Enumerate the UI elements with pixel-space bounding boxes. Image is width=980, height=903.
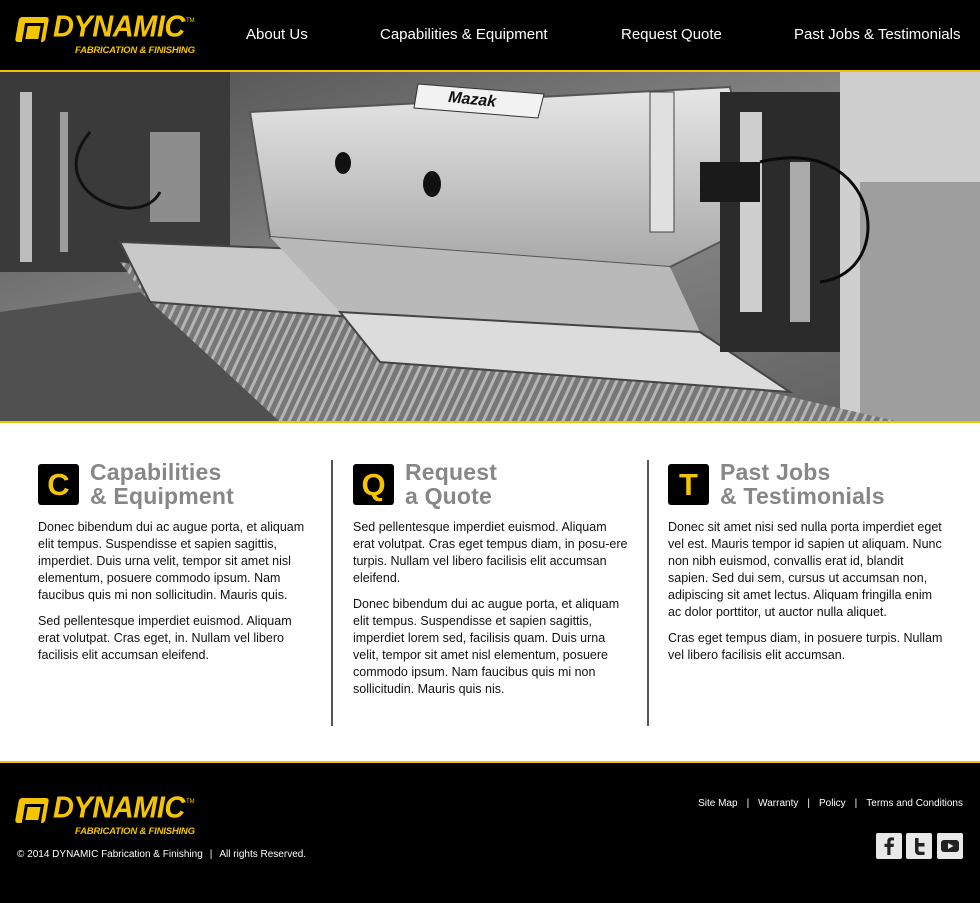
capabilities-paragraph: Sed pellentesque imperdiet euismod. Aliq… [38,614,292,662]
twitter-icon[interactable] [906,833,932,859]
main-nav: About Us Capabilities & Equipment Reques… [0,26,980,46]
logo-trademark: TM [186,799,195,805]
feature-sections: C Capabilities & Equipment Donec bibendum… [0,423,980,761]
logo-trademark: TM [186,18,195,24]
testimonials-heading[interactable]: Past Jobs & Testimonials [720,460,885,508]
nav-request-quote[interactable]: Request Quote [621,26,722,43]
facebook-icon[interactable] [876,833,902,859]
quote-body: Sed pellentesque imperdiet euismod. Aliq… [353,519,628,707]
capabilities-letter-badge: C [38,464,79,505]
hero-machine-photo: Mazak [0,72,980,422]
footer-link-warranty[interactable]: Warranty [758,798,798,809]
logo-mark-icon [14,798,50,823]
testimonials-paragraph: Cras eget tempus diam, in posuere turpis… [668,631,943,662]
nav-about-us[interactable]: About Us [246,26,308,43]
testimonials-body: Donec sit amet nisi sed nulla porta impe… [668,519,943,673]
footer-link-policy[interactable]: Policy [819,798,846,809]
logo-tagline: FABRICATION & FINISHING [75,45,195,56]
footer-link-site-map[interactable]: Site Map [698,798,737,809]
hero-image: Mazak [0,72,980,422]
testimonials-letter-badge: T [668,464,709,505]
footer-links: Site Map | Warranty | Policy | Terms and Condi… [698,798,963,809]
quote-paragraph: Donec bibendum dui ac augue porta, et al… [353,597,620,696]
footer-link-terms[interactable]: Terms and Conditions [866,798,963,809]
logo-wordmark: DYNAMIC [53,791,185,825]
capabilities-heading[interactable]: Capabilities & Equipment [90,460,234,508]
site-footer: DYNAMIC TM FABRICATION & FINISHING © 201… [0,763,980,903]
nav-capabilities-equipment[interactable]: Capabilities & Equipment [380,26,548,43]
quote-paragraph: Sed pellentesque imperdiet euismod. Aliq… [353,520,628,585]
footer-link-separator: | [854,798,858,809]
column-divider [331,460,333,726]
site-header: DYNAMIC TM FABRICATION & FINISHING About… [0,0,980,70]
quote-heading[interactable]: Request a Quote [405,460,497,508]
testimonials-paragraph: Donec sit amet nisi sed nulla porta impe… [668,520,942,619]
copyright-text: © 2014 DYNAMIC Fabrication & Finishing [17,849,203,860]
copyright-separator: | [209,849,213,860]
rights-text: All rights Reserved. [219,849,307,860]
capabilities-paragraph: Donec bibendum dui ac augue porta, et al… [38,520,305,602]
footer-logo[interactable]: DYNAMIC TM FABRICATION & FINISHING [14,793,195,837]
logo-tagline: FABRICATION & FINISHING [75,826,195,837]
quote-letter-badge: Q [353,464,394,505]
copyright-notice: © 2014 DYNAMIC Fabrication & Finishing | A… [17,849,306,860]
nav-past-jobs-testimonials[interactable]: Past Jobs & Testimonials [794,26,960,43]
capabilities-body: Donec bibendum dui ac augue porta, et al… [38,519,313,673]
column-divider [647,460,649,726]
footer-link-separator: | [746,798,750,809]
youtube-icon[interactable] [937,833,963,859]
footer-link-separator: | [807,798,810,809]
